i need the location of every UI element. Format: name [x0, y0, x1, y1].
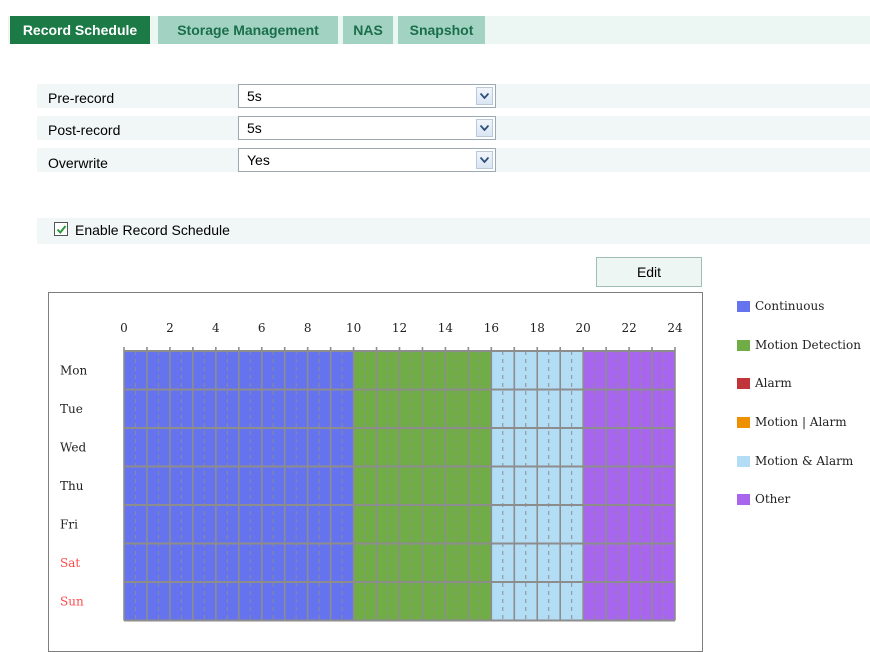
day-label-mon: Mon — [60, 363, 88, 377]
pre-record-select[interactable]: 5s — [238, 84, 496, 108]
legend-swatch-continuous — [737, 301, 750, 312]
pre-record-label: Pre-record — [48, 90, 115, 106]
day-label-fri: Fri — [60, 517, 78, 531]
schedule-grid[interactable]: 0 2 4 6 8 10 12 14 16 18 20 22 24MonTueWedThuFriSatS… — [48, 292, 703, 644]
hour-tick-label: 8 — [304, 321, 312, 335]
legend-label-motion-detection: Motion Detection — [755, 338, 861, 352]
hour-tick-label: 20 — [576, 321, 591, 335]
tab-record-schedule[interactable]: Record Schedule — [10, 16, 150, 44]
day-label-tue: Tue — [60, 402, 83, 416]
hour-tick-label: 18 — [530, 321, 545, 335]
day-label-sat: Sat — [60, 556, 80, 570]
legend-swatch-motion-and-alarm — [737, 456, 750, 467]
day-label-wed: Wed — [60, 440, 86, 454]
hour-tick-label: 24 — [667, 321, 683, 335]
day-label-thu: Thu — [60, 479, 84, 493]
hour-tick-label: 0 — [120, 321, 128, 335]
legend-label-motion-or-alarm: Motion | Alarm — [755, 415, 847, 429]
hour-tick-label: 16 — [484, 321, 499, 335]
hour-tick-label: 6 — [258, 321, 266, 335]
tab-nas[interactable]: NAS — [343, 16, 393, 44]
hour-tick-label: 2 — [166, 321, 174, 335]
hour-tick-label: 14 — [438, 321, 454, 335]
post-record-select[interactable]: 5s — [238, 116, 496, 140]
tab-storage-management[interactable]: Storage Management — [158, 16, 338, 44]
chevron-down-icon[interactable] — [476, 119, 493, 137]
post-record-value: 5s — [247, 120, 262, 136]
chevron-down-icon[interactable] — [476, 87, 493, 105]
hour-tick-label: 22 — [621, 321, 636, 335]
pre-record-value: 5s — [247, 88, 262, 104]
edit-button[interactable]: Edit — [596, 257, 702, 287]
overwrite-value: Yes — [247, 152, 270, 168]
day-label-sun: Sun — [60, 594, 84, 608]
legend-swatch-alarm — [737, 378, 750, 389]
legend-swatch-motion-detection — [737, 340, 750, 351]
hour-tick-label: 12 — [392, 321, 407, 335]
legend-label-other: Other — [755, 492, 791, 506]
legend-label-continuous: Continuous — [755, 299, 825, 313]
chevron-down-icon[interactable] — [476, 151, 493, 169]
hour-tick-label: 4 — [212, 321, 220, 335]
post-record-label: Post-record — [48, 122, 121, 138]
legend-swatch-other — [737, 494, 750, 505]
legend-swatch-motion-or-alarm — [737, 417, 750, 428]
hour-tick-label: 10 — [346, 321, 361, 335]
enable-schedule-label: Enable Record Schedule — [75, 222, 230, 238]
overwrite-label: Overwrite — [48, 155, 108, 171]
legend-label-motion-and-alarm: Motion & Alarm — [755, 454, 854, 468]
check-icon — [56, 225, 67, 235]
legend-label-alarm: Alarm — [755, 376, 792, 390]
enable-schedule-checkbox[interactable] — [54, 222, 68, 236]
tab-snapshot[interactable]: Snapshot — [398, 16, 485, 44]
overwrite-select[interactable]: Yes — [238, 148, 496, 172]
